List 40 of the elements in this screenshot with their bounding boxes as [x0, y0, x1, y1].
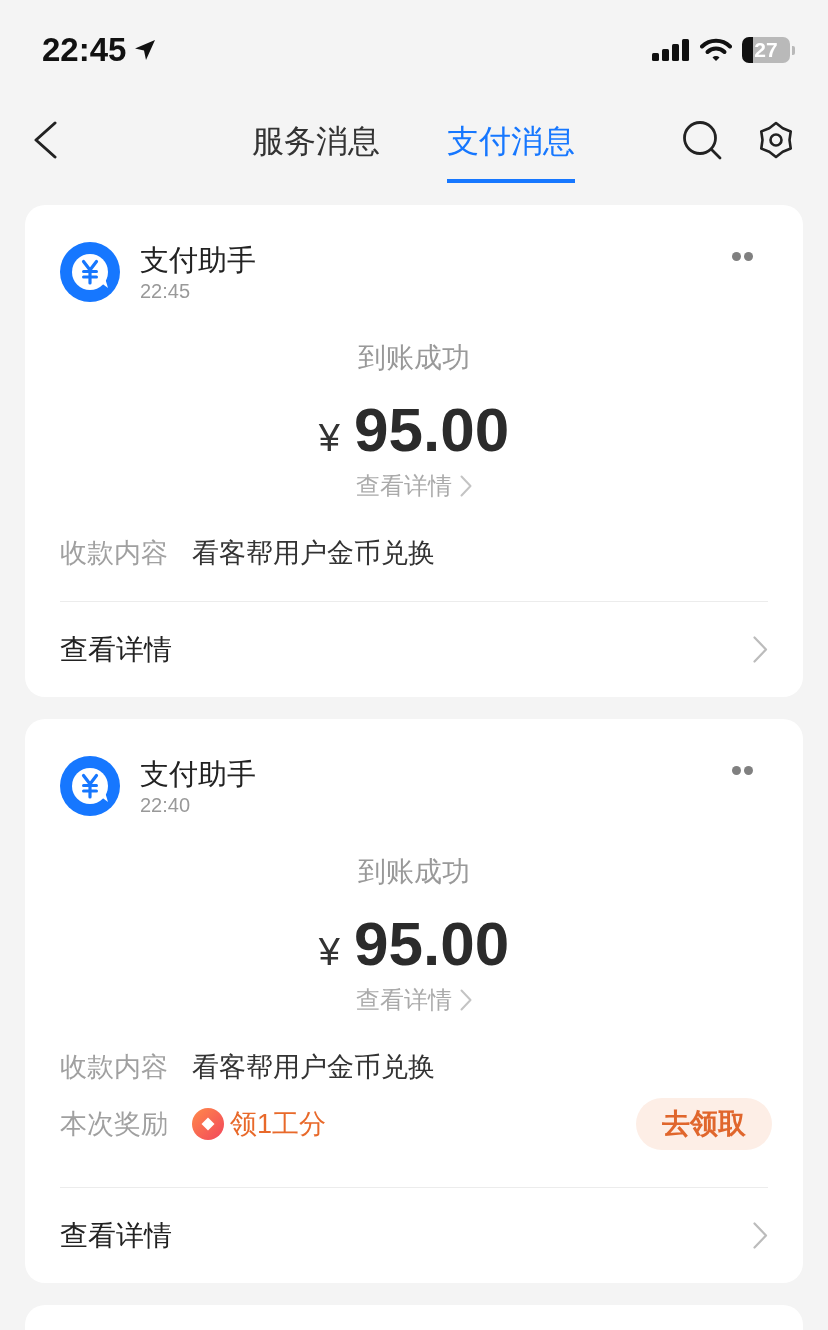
- field-label: 收款内容: [60, 537, 168, 570]
- chevron-right-icon: [460, 989, 472, 1011]
- message-time: 22:40: [140, 793, 192, 817]
- reward-value: 领1工分: [230, 1108, 327, 1141]
- more-icon[interactable]: [732, 766, 753, 775]
- claim-button[interactable]: 去领取: [636, 1098, 772, 1150]
- wifi-icon: [700, 38, 732, 62]
- field-label: 本次奖励: [60, 1108, 168, 1141]
- payment-status: 到账成功: [357, 855, 471, 889]
- details-link[interactable]: 查看详情: [356, 470, 472, 502]
- payment-amount: 95.00: [354, 394, 510, 466]
- yen-chat-icon: [60, 756, 120, 816]
- payment-amount: 95.00: [354, 908, 510, 980]
- battery-indicator: 27: [742, 37, 795, 63]
- currency-symbol: ¥: [318, 416, 340, 461]
- more-icon[interactable]: [732, 252, 753, 261]
- currency-symbol: ¥: [318, 930, 340, 975]
- back-icon[interactable]: [32, 120, 58, 159]
- chevron-right-icon: [753, 1222, 768, 1249]
- yen-chat-icon: [60, 242, 120, 302]
- sender-name: 支付助手: [140, 243, 256, 278]
- location-arrow-icon: [134, 39, 157, 61]
- field-label: 收款内容: [60, 1051, 168, 1084]
- field-value: 看客帮用户金币兑换: [192, 537, 435, 570]
- details-link[interactable]: 查看详情: [356, 984, 472, 1016]
- settings-icon[interactable]: [757, 120, 795, 159]
- chevron-right-icon: [753, 636, 768, 663]
- status-time: 22:45: [42, 30, 127, 70]
- diamond-coin-icon: [192, 1108, 224, 1140]
- signal-icon: [652, 39, 690, 61]
- tab[interactable]: 支付消息: [447, 119, 575, 183]
- chevron-right-icon: [460, 475, 472, 497]
- sender-name: 支付助手: [140, 757, 256, 792]
- details-row[interactable]: 查看详情: [60, 602, 768, 697]
- payment-status: 到账成功: [357, 341, 471, 375]
- tab[interactable]: 服务消息: [252, 119, 380, 183]
- search-icon[interactable]: [682, 119, 722, 160]
- details-row[interactable]: 查看详情: [60, 1188, 768, 1283]
- field-value: 看客帮用户金币兑换: [192, 1051, 435, 1084]
- message-time: 22:45: [140, 279, 192, 303]
